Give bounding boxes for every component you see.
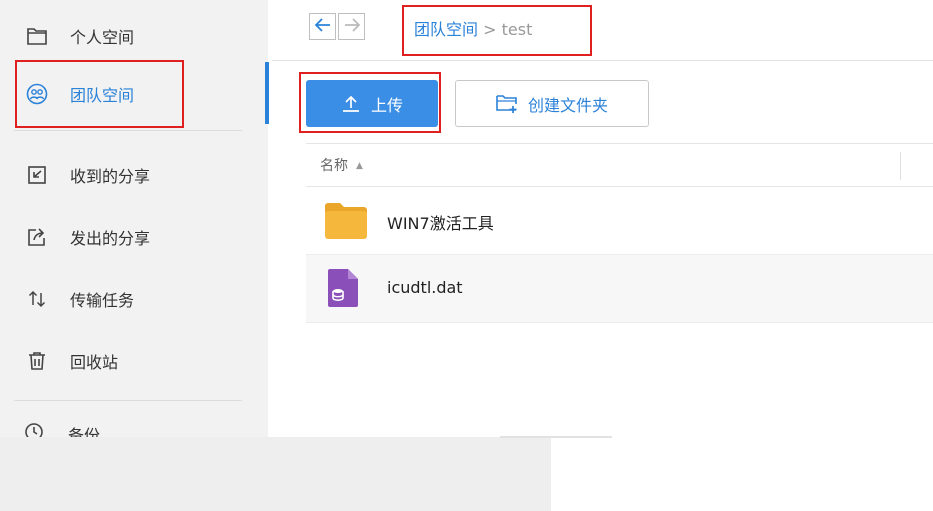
- overlay-panel: [0, 437, 551, 511]
- file-name: icudtl.dat: [387, 278, 463, 297]
- divider: [14, 130, 242, 131]
- file-row[interactable]: icudtl.dat: [306, 255, 933, 323]
- file-name: WIN7激活工具: [387, 214, 494, 233]
- sidebar-item-label: 收到的分享: [70, 167, 151, 186]
- transfer-icon: [26, 288, 48, 310]
- column-header-name[interactable]: 名称 ▲: [320, 155, 363, 175]
- sidebar-item-label: 备份: [68, 426, 101, 438]
- folder-icon: [323, 201, 369, 245]
- sort-ascending-icon: ▲: [356, 161, 363, 171]
- folder-icon: [26, 25, 48, 47]
- arrow-right-icon: [344, 17, 360, 36]
- new-folder-button[interactable]: 创建文件夹: [455, 80, 649, 127]
- sidebar-item-received-shares[interactable]: 收到的分享: [0, 145, 258, 205]
- database-file-icon: [327, 268, 359, 312]
- file-row[interactable]: WIN7激活工具: [306, 187, 933, 255]
- highlight-box: [299, 72, 441, 133]
- received-share-icon: [26, 164, 48, 186]
- trash-icon: [26, 350, 48, 372]
- divider: [14, 400, 242, 401]
- arrow-left-icon: [314, 17, 331, 36]
- sidebar-item-label: 个人空间: [70, 28, 135, 47]
- topbar: [272, 0, 933, 61]
- new-folder-icon: [496, 94, 528, 114]
- divider: [500, 436, 612, 438]
- clock-icon: [24, 422, 46, 438]
- new-folder-label: 创建文件夹: [527, 95, 608, 115]
- highlight-box: [402, 5, 592, 56]
- column-header-label: 名称: [320, 158, 348, 174]
- sidebar-item-label: 发出的分享: [70, 229, 151, 248]
- sent-share-icon: [26, 226, 48, 248]
- sidebar-item-transfer-tasks[interactable]: 传输任务: [0, 269, 258, 329]
- app-window: 个人空间 团队空间 收到的分享 发出的分享 传输任务 回收站 备份 团队空间 >…: [0, 0, 933, 511]
- active-indicator: [265, 62, 269, 124]
- forward-button[interactable]: [338, 13, 365, 40]
- column-divider: [900, 152, 901, 180]
- back-button[interactable]: [309, 13, 336, 40]
- highlight-box: [15, 60, 184, 128]
- sidebar-item-personal-space[interactable]: 个人空间: [0, 6, 258, 66]
- sidebar-item-sent-shares[interactable]: 发出的分享: [0, 207, 258, 267]
- sidebar-item-backup[interactable]: 备份: [24, 422, 100, 438]
- sidebar-item-label: 回收站: [70, 353, 119, 372]
- sidebar-item-recycle-bin[interactable]: 回收站: [0, 331, 258, 391]
- sidebar-item-label: 传输任务: [70, 291, 135, 310]
- file-list-header: 名称 ▲: [306, 143, 933, 187]
